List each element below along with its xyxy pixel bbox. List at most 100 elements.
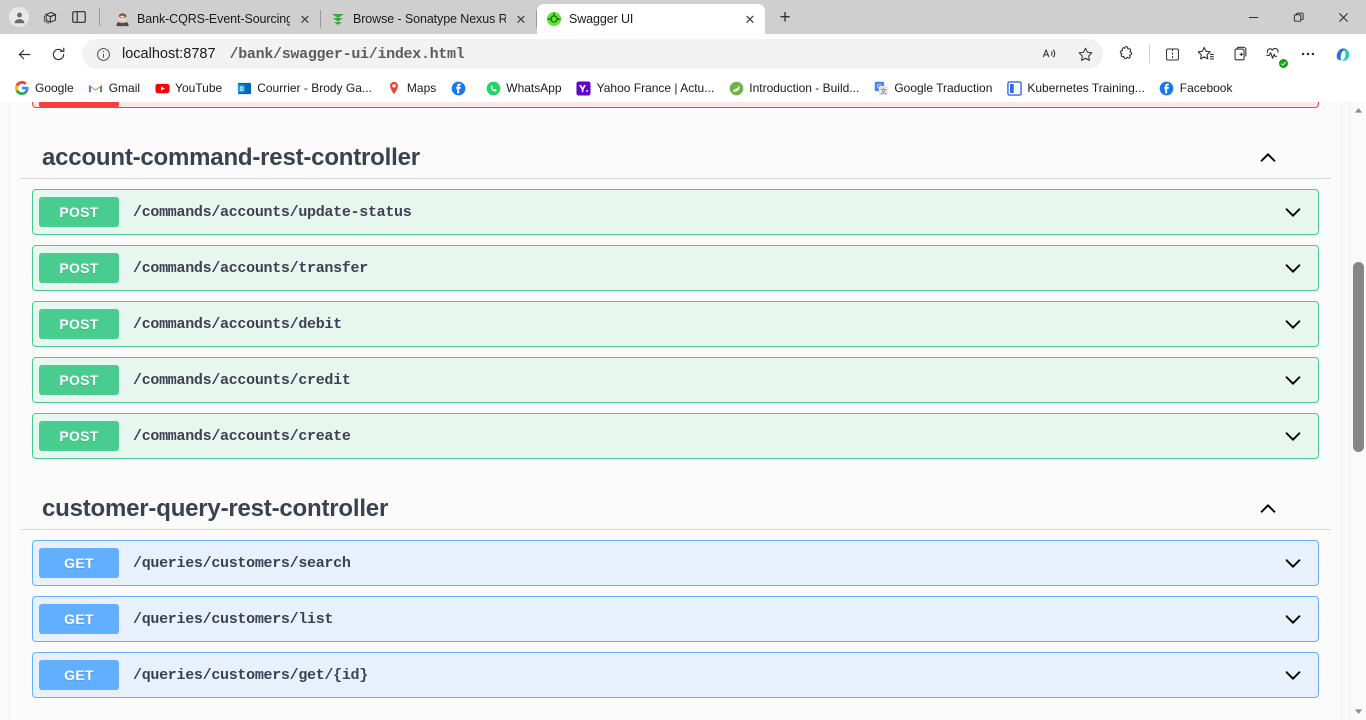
settings-more-icon[interactable] (1292, 38, 1324, 70)
bookmark-label: Google Traduction (894, 81, 993, 95)
bookmark-kubernetes[interactable]: Kubernetes Training... (1000, 78, 1150, 98)
chevron-down-icon[interactable] (1282, 201, 1304, 223)
collections-add-icon[interactable] (1224, 38, 1256, 70)
page-scrollbar[interactable] (1349, 102, 1366, 720)
svg-text:文: 文 (880, 86, 887, 95)
chevron-down-icon[interactable] (1282, 257, 1304, 279)
operation-row[interactable]: GET /queries/customers/get/{id} (32, 652, 1319, 698)
read-aloud-icon[interactable] (1035, 40, 1063, 68)
swagger-container: DELETE /commands/customers/delete/{id} a… (10, 102, 1341, 720)
http-method-badge: POST (39, 309, 119, 339)
bookmark-facebook-1[interactable] (444, 78, 477, 98)
operation-row[interactable]: DELETE /commands/customers/delete/{id} (32, 102, 1319, 108)
http-method-badge: POST (39, 197, 119, 227)
info-circle-icon[interactable] (92, 43, 114, 65)
maximize-button[interactable] (1276, 0, 1321, 34)
split-screen-icon[interactable] (64, 2, 94, 32)
scroll-down-arrow[interactable] (1350, 703, 1366, 720)
http-method-badge: DELETE (39, 102, 119, 107)
collections-icon[interactable] (34, 2, 64, 32)
star-icon[interactable] (1071, 40, 1099, 68)
browser-tab-2[interactable]: Browse - Sonatype Nexus Reposi ✕ (321, 4, 536, 34)
new-tab-button[interactable]: + (771, 4, 799, 32)
bookmark-label: Kubernetes Training... (1027, 81, 1145, 95)
bookmark-gmail[interactable]: Gmail (82, 78, 146, 98)
bookmark-label: Maps (406, 81, 437, 95)
tab-title: Browse - Sonatype Nexus Reposi (353, 12, 506, 26)
page-viewport: DELETE /commands/customers/delete/{id} a… (0, 102, 1366, 720)
chevron-up-icon[interactable] (1257, 147, 1279, 169)
bookmark-google[interactable]: Google (8, 78, 80, 98)
address-bar-url[interactable]: localhost:8787/bank/swagger-ui/index.htm… (122, 46, 1027, 63)
copilot-icon[interactable] (1326, 38, 1358, 70)
tag-title: account-command-rest-controller (42, 144, 420, 171)
close-icon[interactable]: ✕ (742, 11, 758, 27)
bookmark-label: YouTube (175, 81, 223, 95)
close-window-button[interactable] (1321, 0, 1366, 34)
http-method-badge: GET (39, 604, 119, 634)
tag-section-customer-query: customer-query-rest-controller GET /quer… (20, 485, 1331, 698)
browser-essentials-icon[interactable] (1258, 38, 1290, 70)
translate-icon: G文 (873, 80, 889, 96)
browser-window: Bank-CQRS-Event-Sourcing-CICD ✕ Browse -… (0, 0, 1366, 720)
operation-row[interactable]: POST /commands/accounts/update-status (32, 189, 1319, 235)
spring-icon (728, 80, 744, 96)
chevron-down-icon[interactable] (1282, 664, 1304, 686)
swagger-icon (546, 11, 562, 27)
operation-path: /queries/customers/get/{id} (133, 666, 368, 684)
browser-tab-1[interactable]: Bank-CQRS-Event-Sourcing-CICD ✕ (105, 4, 320, 34)
operation-row[interactable]: POST /commands/accounts/credit (32, 357, 1319, 403)
bookmark-label: Yahoo France | Actu... (596, 81, 715, 95)
chevron-down-icon[interactable] (1282, 425, 1304, 447)
close-icon[interactable]: ✕ (297, 11, 313, 27)
chevron-down-icon[interactable] (1282, 552, 1304, 574)
profile-icon[interactable] (4, 2, 34, 32)
bookmark-label: WhatsApp (506, 81, 562, 95)
bookmark-label: Gmail (108, 81, 141, 95)
extensions-icon[interactable] (1111, 38, 1143, 70)
bookmark-whatsapp[interactable]: WhatsApp (479, 78, 567, 98)
bookmark-facebook-2[interactable]: Facebook (1153, 78, 1239, 98)
tab-title: Swagger UI (569, 12, 634, 26)
tag-header-customer-query[interactable]: customer-query-rest-controller (20, 485, 1331, 530)
http-method-badge: POST (39, 421, 119, 451)
tab-strip: Bank-CQRS-Event-Sourcing-CICD ✕ Browse -… (0, 0, 1366, 34)
nexus-icon (330, 11, 346, 27)
chevron-down-icon[interactable] (1282, 369, 1304, 391)
scrollbar-thumb[interactable] (1353, 262, 1364, 452)
bookmark-courrier[interactable]: Courrier - Brody Ga... (230, 78, 378, 98)
browser-tab-3[interactable]: Swagger UI ✕ (537, 4, 765, 34)
bookmark-youtube[interactable]: YouTube (148, 78, 228, 98)
maps-icon (386, 80, 402, 96)
http-method-badge: GET (39, 660, 119, 690)
chevron-up-icon[interactable] (1257, 498, 1279, 520)
yahoo-icon (576, 80, 592, 96)
address-bar[interactable]: localhost:8787/bank/swagger-ui/index.htm… (82, 39, 1103, 69)
operation-row[interactable]: POST /commands/accounts/debit (32, 301, 1319, 347)
split-screen-icon[interactable] (1156, 38, 1188, 70)
operation-row[interactable]: GET /queries/customers/list (32, 596, 1319, 642)
scroll-up-arrow[interactable] (1350, 102, 1366, 119)
operation-row[interactable]: POST /commands/accounts/create (32, 413, 1319, 459)
close-icon[interactable]: ✕ (513, 11, 529, 27)
back-button[interactable] (8, 38, 40, 70)
bookmark-yahoo[interactable]: Yahoo France | Actu... (570, 78, 721, 98)
bookmark-spring[interactable]: Introduction - Build... (722, 78, 865, 98)
chevron-down-icon[interactable] (1282, 608, 1304, 630)
operation-path: /commands/accounts/debit (133, 315, 342, 333)
bookmark-maps[interactable]: Maps (380, 78, 442, 98)
bookmark-google-traduction[interactable]: G文 Google Traduction (867, 78, 998, 98)
bookmark-label: Introduction - Build... (749, 81, 860, 95)
operation-row[interactable]: POST /commands/accounts/transfer (32, 245, 1319, 291)
bookmark-label: Google (35, 81, 74, 95)
minimize-button[interactable] (1231, 0, 1276, 34)
operation-row[interactable]: GET /queries/customers/search (32, 540, 1319, 586)
operation-path: /queries/customers/search (133, 554, 351, 572)
tag-header-account-command[interactable]: account-command-rest-controller (20, 134, 1331, 179)
refresh-button[interactable] (42, 38, 74, 70)
tag-title: customer-query-rest-controller (42, 495, 389, 522)
chevron-down-icon[interactable] (1282, 313, 1304, 335)
swagger-ui-page: DELETE /commands/customers/delete/{id} a… (0, 102, 1349, 720)
favorites-icon[interactable] (1190, 38, 1222, 70)
http-method-badge: POST (39, 253, 119, 283)
